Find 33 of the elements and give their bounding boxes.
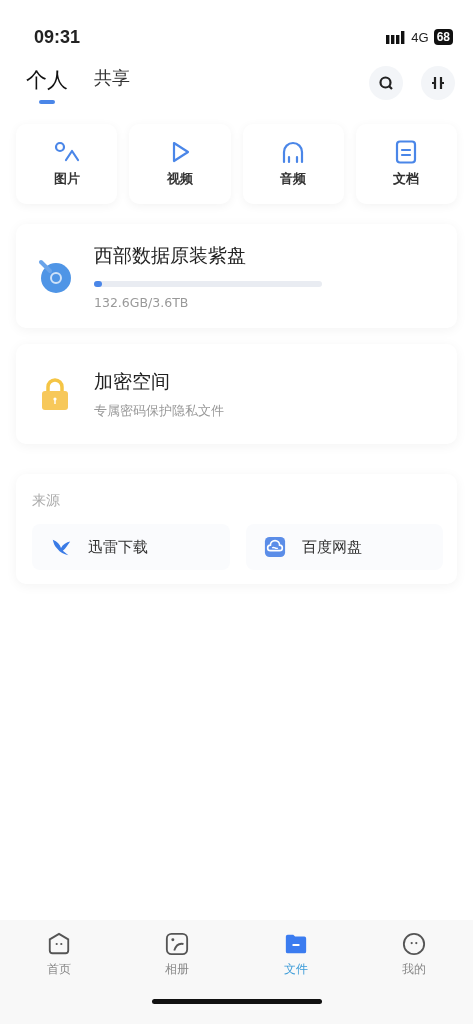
drive-name: 西部数据原装紫盘	[94, 242, 247, 268]
signal-icon	[386, 30, 407, 44]
folder-icon	[283, 932, 308, 956]
vault-card[interactable]: 加密空间 专属密码保护隐私文件	[16, 344, 457, 444]
category-button[interactable]: 视频	[129, 124, 231, 204]
storage-usage: 132.6GB/3.6TB	[94, 294, 190, 310]
disc-icon	[38, 259, 72, 293]
nav-item[interactable]: 相册	[118, 932, 237, 977]
category-button[interactable]: 文档	[355, 124, 457, 204]
network-label: 4G	[411, 29, 429, 45]
face-icon	[401, 932, 426, 956]
vault-title: 加密空间	[94, 368, 171, 394]
sources-title: 来源	[32, 492, 61, 510]
battery-level: 68	[433, 29, 453, 45]
search-button[interactable]	[369, 66, 403, 100]
nav-item[interactable]: 我的	[354, 932, 473, 977]
drive-card[interactable]: 西部数据原装紫盘 132.6GB/3.6TB	[16, 224, 457, 328]
category-button[interactable]: 图片	[16, 124, 118, 204]
source-button[interactable]: 迅雷下载	[32, 524, 230, 570]
nav-item[interactable]: 首页	[0, 932, 119, 977]
tab[interactable]: 共享	[94, 66, 130, 104]
category-button[interactable]: 音频	[242, 124, 344, 204]
source-button[interactable]: 百度网盘	[245, 524, 443, 570]
vault-subtitle: 专属密码保护隐私文件	[94, 402, 224, 420]
photo-icon	[165, 932, 190, 956]
sort-button[interactable]	[421, 66, 455, 100]
status-time: 09:31	[34, 26, 81, 48]
image-icon	[52, 140, 81, 164]
sliders-icon	[430, 75, 446, 91]
home-face-icon	[47, 932, 72, 956]
cloud-icon	[263, 536, 286, 558]
tab[interactable]: 个人	[26, 66, 68, 104]
search-icon	[378, 75, 394, 91]
